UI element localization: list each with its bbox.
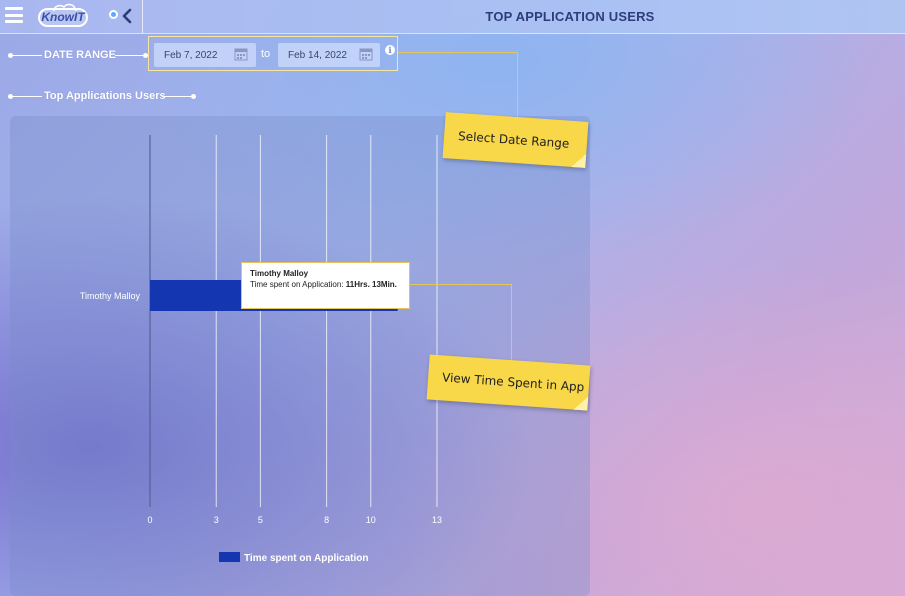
connector-line [410, 284, 512, 285]
connector-line [517, 52, 518, 120]
tooltip-value: 11Hrs. 13Min. [345, 280, 397, 289]
x-tick-label: 10 [366, 515, 376, 525]
bar-chart: 0 3 5 8 10 13 Timothy Malloy Time spent on Appl… [80, 135, 442, 564]
note-text: Select Date Range [457, 129, 570, 151]
x-tick-label: 13 [432, 515, 442, 525]
tooltip-detail: Time spent on Application: 11Hrs. 13Min. [250, 280, 401, 289]
x-tick-label: 3 [214, 515, 219, 525]
tooltip-user-name: Timothy Malloy [250, 269, 309, 278]
connector-line [398, 52, 518, 53]
note-text: View Time Spent in App [441, 370, 585, 395]
x-tick-label: 0 [147, 515, 152, 525]
x-tick-label: 8 [324, 515, 329, 525]
note-fold [573, 395, 589, 411]
y-category-label: Timothy Malloy [80, 291, 141, 301]
note-fold [571, 152, 587, 168]
legend-swatch [219, 552, 240, 562]
connector-line [511, 284, 512, 362]
chart-tooltip: Timothy Malloy Time spent on Application… [241, 262, 410, 309]
sticky-note-date: Select Date Range [442, 112, 589, 168]
x-tick-label: 5 [258, 515, 263, 525]
tooltip-label: Time spent on Application: [250, 280, 346, 289]
legend-label: Time spent on Application [244, 553, 368, 564]
